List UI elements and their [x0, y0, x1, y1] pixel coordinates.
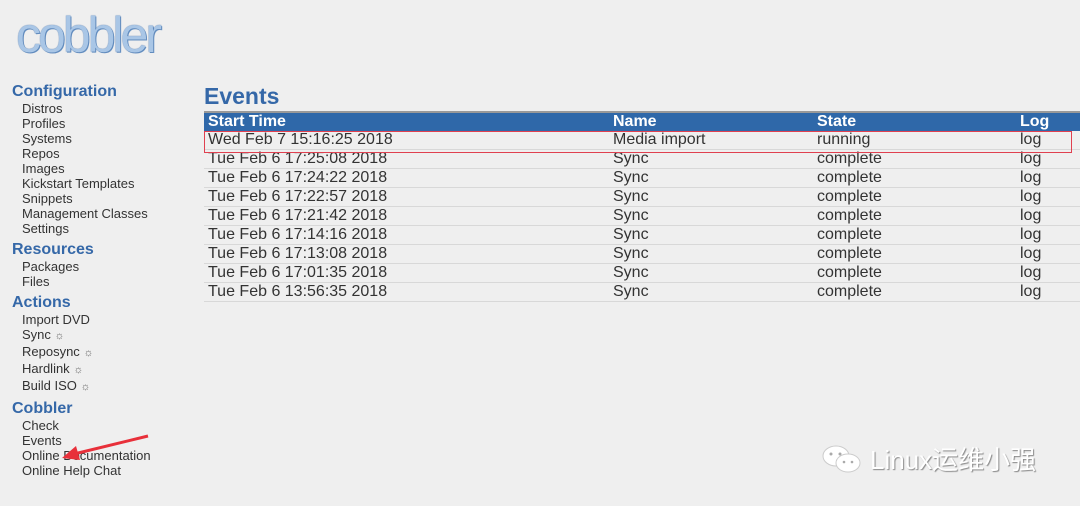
- table-row: Tue Feb 6 17:25:08 2018 Sync complete log: [204, 149, 1080, 169]
- nav-profiles[interactable]: Profiles: [22, 116, 192, 131]
- nav-repos[interactable]: Repos: [22, 146, 192, 161]
- col-state: State: [813, 112, 1016, 131]
- nav-build-iso[interactable]: Build ISO ☼: [22, 378, 192, 395]
- table-row: Tue Feb 6 13:56:35 2018 Sync complete log: [204, 282, 1080, 302]
- start-time-cell: Tue Feb 6 17:22:57 2018: [204, 187, 609, 207]
- name-cell: Sync: [609, 244, 813, 264]
- nav-settings[interactable]: Settings: [22, 221, 192, 236]
- start-time-cell: Tue Feb 6 13:56:35 2018: [204, 282, 609, 302]
- table-row: Tue Feb 6 17:14:16 2018 Sync complete log: [204, 225, 1080, 245]
- name-cell: Sync: [609, 149, 813, 169]
- nav-check[interactable]: Check: [22, 418, 192, 433]
- col-name: Name: [609, 112, 813, 131]
- sun-icon: ☼: [83, 347, 94, 359]
- log-link[interactable]: log: [1016, 225, 1080, 245]
- log-link[interactable]: log: [1016, 131, 1080, 150]
- nav-packages[interactable]: Packages: [22, 259, 192, 274]
- table-row: Tue Feb 6 17:22:57 2018 Sync complete log: [204, 187, 1080, 207]
- log-link[interactable]: log: [1016, 282, 1080, 302]
- start-time-cell: Tue Feb 6 17:13:08 2018: [204, 244, 609, 264]
- nav-reposync-label: Reposync: [22, 344, 80, 359]
- events-table: Start Time Name State Log Wed Feb 7 15:1…: [204, 111, 1080, 302]
- name-cell: Media import: [609, 131, 813, 150]
- start-time-cell: Wed Feb 7 15:16:25 2018: [204, 131, 609, 150]
- log-link[interactable]: log: [1016, 187, 1080, 207]
- table-row: Tue Feb 6 17:24:22 2018 Sync complete log: [204, 168, 1080, 188]
- section-configuration: Configuration: [12, 83, 117, 100]
- sun-icon: ☼: [80, 381, 91, 393]
- col-start-time: Start Time: [204, 112, 609, 131]
- log-link[interactable]: log: [1016, 206, 1080, 226]
- nav-images[interactable]: Images: [22, 161, 192, 176]
- state-cell: complete: [813, 187, 1016, 207]
- nav-distros[interactable]: Distros: [22, 101, 192, 116]
- nav-files[interactable]: Files: [22, 274, 192, 289]
- name-cell: Sync: [609, 282, 813, 302]
- nav-sync[interactable]: Sync ☼: [22, 327, 192, 344]
- state-cell: complete: [813, 225, 1016, 245]
- section-actions: Actions: [12, 294, 71, 311]
- nav-import-dvd[interactable]: Import DVD: [22, 312, 192, 327]
- name-cell: Sync: [609, 263, 813, 283]
- state-cell: complete: [813, 244, 1016, 264]
- table-row: Tue Feb 6 17:21:42 2018 Sync complete log: [204, 206, 1080, 226]
- nav-hardlink[interactable]: Hardlink ☼: [22, 361, 192, 378]
- nav-build-iso-label: Build ISO: [22, 378, 77, 393]
- nav-hardlink-label: Hardlink: [22, 361, 70, 376]
- start-time-cell: Tue Feb 6 17:24:22 2018: [204, 168, 609, 188]
- start-time-cell: Tue Feb 6 17:14:16 2018: [204, 225, 609, 245]
- section-cobbler: Cobbler: [12, 400, 73, 417]
- table-row: Tue Feb 6 17:01:35 2018 Sync complete log: [204, 263, 1080, 283]
- nav-systems[interactable]: Systems: [22, 131, 192, 146]
- log-link[interactable]: log: [1016, 263, 1080, 283]
- nav-online-help-chat[interactable]: Online Help Chat: [22, 463, 192, 478]
- log-link[interactable]: log: [1016, 149, 1080, 169]
- name-cell: Sync: [609, 168, 813, 188]
- name-cell: Sync: [609, 187, 813, 207]
- watermark-text: Linux运维小强: [870, 445, 1037, 475]
- state-cell: complete: [813, 149, 1016, 169]
- sidebar: Configuration Distros Profiles Systems R…: [12, 82, 192, 482]
- state-cell: complete: [813, 282, 1016, 302]
- table-row: Tue Feb 6 17:13:08 2018 Sync complete log: [204, 244, 1080, 264]
- section-resources: Resources: [12, 241, 94, 258]
- start-time-cell: Tue Feb 6 17:25:08 2018: [204, 149, 609, 169]
- cobbler-logo: cobbler: [16, 7, 162, 63]
- start-time-cell: Tue Feb 6 17:21:42 2018: [204, 206, 609, 226]
- wechat-icon: [822, 445, 861, 472]
- nav-kickstart-templates[interactable]: Kickstart Templates: [22, 176, 192, 191]
- sun-icon: ☼: [73, 364, 84, 376]
- nav-management-classes[interactable]: Management Classes: [22, 206, 192, 221]
- col-log: Log: [1016, 112, 1080, 131]
- sun-icon: ☼: [54, 330, 65, 342]
- name-cell: Sync: [609, 225, 813, 245]
- state-cell: complete: [813, 168, 1016, 188]
- state-cell: running: [813, 131, 1016, 150]
- log-link[interactable]: log: [1016, 244, 1080, 264]
- start-time-cell: Tue Feb 6 17:01:35 2018: [204, 263, 609, 283]
- nav-sync-label: Sync: [22, 327, 51, 342]
- page-title: Events: [204, 83, 280, 109]
- red-arrow-annotation: [62, 434, 149, 460]
- table-row: Wed Feb 7 15:16:25 2018 Media import runni…: [204, 131, 1080, 150]
- name-cell: Sync: [609, 206, 813, 226]
- nav-snippets[interactable]: Snippets: [22, 191, 192, 206]
- state-cell: complete: [813, 263, 1016, 283]
- log-link[interactable]: log: [1016, 168, 1080, 188]
- watermark: Linux运维小强: [820, 440, 1036, 477]
- state-cell: complete: [813, 206, 1016, 226]
- nav-reposync[interactable]: Reposync ☼: [22, 344, 192, 361]
